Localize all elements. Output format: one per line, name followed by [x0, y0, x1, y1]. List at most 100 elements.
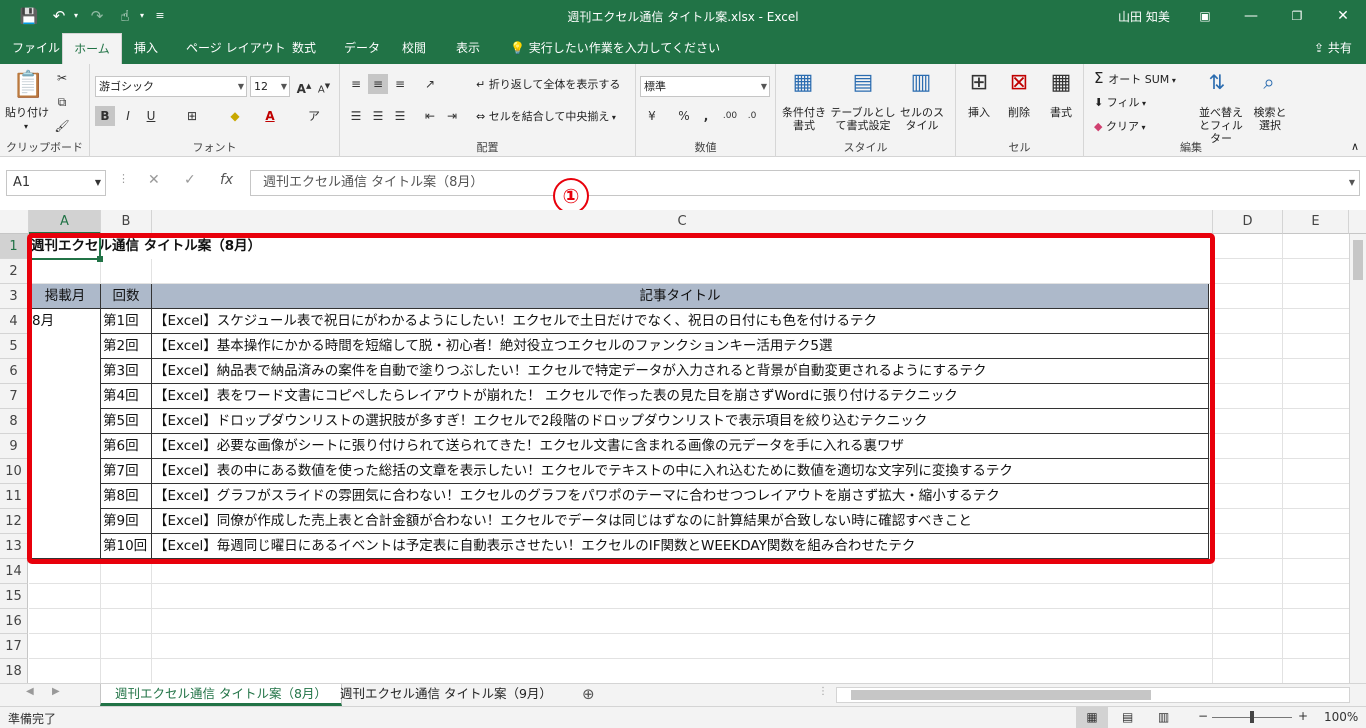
currency-icon[interactable]: ¥: [642, 106, 662, 126]
row-header-9[interactable]: 9: [0, 434, 28, 459]
add-sheet-icon[interactable]: ⊕: [582, 685, 595, 703]
worksheet-grid[interactable]: A B C D E 1 2 3 4 5 6 7 8 9 10 11 12 13 …: [0, 210, 1366, 683]
scroll-right-icon[interactable]: ▶: [52, 686, 60, 697]
tab-formulas[interactable]: 数式: [284, 33, 324, 64]
name-box[interactable]: A1 ▼: [6, 170, 106, 196]
align-left-icon[interactable]: ☰: [346, 106, 366, 126]
align-right-icon[interactable]: ☰: [390, 106, 410, 126]
increase-indent-icon[interactable]: ⇥: [442, 106, 462, 126]
collapse-ribbon-icon[interactable]: ∧: [1348, 140, 1362, 153]
minimize-icon[interactable]: —: [1228, 4, 1274, 28]
row-header-2[interactable]: 2: [0, 259, 28, 284]
paste-dropdown-icon[interactable]: ▾: [20, 120, 32, 133]
underline-button[interactable]: U: [141, 106, 161, 126]
restore-icon[interactable]: ❐: [1274, 4, 1320, 28]
row-header-8[interactable]: 8: [0, 409, 28, 434]
row-header-1[interactable]: 1: [0, 234, 28, 259]
align-center-icon[interactable]: ☰: [368, 106, 388, 126]
orientation-icon[interactable]: ↗: [420, 74, 440, 94]
paste-icon[interactable]: 📋: [12, 70, 44, 100]
number-format-combo[interactable]: 標準 ▼: [640, 76, 770, 97]
sort-filter-icon[interactable]: ⇅: [1202, 70, 1232, 94]
insert-cells-button[interactable]: 挿入: [962, 106, 996, 119]
merge-center-button[interactable]: ⇔ セルを結合して中央揃え ▾: [476, 110, 632, 124]
format-as-table-button[interactable]: テーブルとして書式設定: [830, 106, 896, 132]
find-select-icon[interactable]: ⌕: [1254, 70, 1284, 94]
cell-styles-button[interactable]: セルのスタイル: [896, 106, 948, 132]
row-header-16[interactable]: 16: [0, 609, 28, 634]
decrease-indent-icon[interactable]: ⇤: [420, 106, 440, 126]
align-top-icon[interactable]: ≡: [346, 74, 366, 94]
tab-data[interactable]: データ: [336, 33, 388, 64]
row-header-18[interactable]: 18: [0, 659, 28, 683]
sheet-tab-august[interactable]: 週刊エクセル通信 タイトル案（8月）: [100, 684, 342, 706]
percent-button[interactable]: %: [674, 106, 694, 126]
decrease-decimal-icon[interactable]: .0: [742, 106, 762, 126]
cut-icon[interactable]: ✂: [52, 68, 72, 88]
normal-view-icon[interactable]: ▦: [1076, 707, 1108, 728]
expand-formula-icon[interactable]: ▼: [1349, 171, 1355, 195]
page-break-view-icon[interactable]: ▥: [1158, 710, 1169, 724]
conditional-formatting-icon[interactable]: ▦: [790, 70, 816, 95]
zoom-in-icon[interactable]: +: [1298, 709, 1308, 723]
column-header-d[interactable]: D: [1213, 210, 1283, 234]
grow-font-icon[interactable]: A▲: [294, 76, 314, 96]
font-name-combo[interactable]: 游ゴシック ▼: [95, 76, 247, 97]
column-header-e[interactable]: E: [1283, 210, 1349, 234]
italic-button[interactable]: I: [118, 106, 138, 126]
format-cells-button[interactable]: 書式: [1044, 106, 1078, 119]
vertical-scrollbar-thumb[interactable]: [1353, 240, 1363, 280]
format-painter-icon[interactable]: 🖌: [52, 116, 72, 136]
tab-page-layout[interactable]: ページ レイアウト: [178, 33, 294, 64]
row-header-10[interactable]: 10: [0, 459, 28, 484]
format-cells-icon[interactable]: ▦: [1046, 70, 1076, 95]
tab-home[interactable]: ホーム: [62, 33, 122, 64]
row-header-5[interactable]: 5: [0, 334, 28, 359]
delete-cells-button[interactable]: 削除: [1002, 106, 1036, 119]
cancel-icon[interactable]: ✕: [148, 172, 160, 188]
row-header-11[interactable]: 11: [0, 484, 28, 509]
user-name[interactable]: 山田 知美: [1118, 8, 1170, 25]
comma-button[interactable]: ,: [696, 106, 716, 126]
row-header-15[interactable]: 15: [0, 584, 28, 609]
tab-view[interactable]: 表示: [448, 33, 488, 64]
align-middle-icon[interactable]: ≡: [368, 74, 388, 94]
borders-icon[interactable]: ⊞: [182, 106, 202, 126]
paste-button[interactable]: 貼り付け: [4, 106, 50, 119]
conditional-formatting-button[interactable]: 条件付き書式: [778, 106, 830, 132]
tab-review[interactable]: 校閲: [394, 33, 434, 64]
delete-cells-icon[interactable]: ⊠: [1004, 70, 1034, 95]
share-button[interactable]: ⇪ 共有: [1306, 33, 1360, 64]
increase-decimal-icon[interactable]: .00: [720, 106, 740, 126]
bold-button[interactable]: B: [95, 106, 115, 126]
row-header-6[interactable]: 6: [0, 359, 28, 384]
enter-icon[interactable]: ✓: [184, 172, 196, 188]
tab-insert[interactable]: 挿入: [126, 33, 166, 64]
row-header-12[interactable]: 12: [0, 509, 28, 534]
row-header-17[interactable]: 17: [0, 634, 28, 659]
autosum-button[interactable]: Σ オート SUM ▾: [1094, 71, 1194, 87]
zoom-slider-thumb[interactable]: [1250, 711, 1254, 723]
cell-styles-icon[interactable]: ▥: [908, 70, 934, 95]
zoom-out-icon[interactable]: −: [1198, 709, 1208, 723]
row-header-3[interactable]: 3: [0, 284, 28, 309]
row-header-13[interactable]: 13: [0, 534, 28, 559]
horizontal-scrollbar[interactable]: [836, 687, 1350, 703]
column-header-c[interactable]: C: [152, 210, 1213, 234]
insert-function-button[interactable]: fx: [220, 172, 233, 188]
sheet-tab-september[interactable]: 週刊エクセル通信 タイトル案（9月）: [326, 684, 566, 706]
font-color-icon[interactable]: A: [260, 106, 280, 126]
zoom-level[interactable]: 100%: [1324, 710, 1358, 724]
close-icon[interactable]: ✕: [1320, 4, 1366, 28]
find-select-button[interactable]: 検索と選択: [1250, 106, 1290, 132]
font-size-combo[interactable]: 12 ▼: [250, 76, 290, 97]
vertical-scrollbar-track[interactable]: [1349, 234, 1366, 683]
phonetic-icon[interactable]: ア: [304, 106, 324, 126]
tab-split-icon[interactable]: ⋮: [818, 686, 828, 697]
vertical-scrollbar[interactable]: [1349, 210, 1366, 234]
row-header-4[interactable]: 4: [0, 309, 28, 334]
align-bottom-icon[interactable]: ≡: [390, 74, 410, 94]
wrap-text-button[interactable]: ↵ 折り返して全体を表示する: [476, 78, 626, 91]
format-as-table-icon[interactable]: ▤: [850, 70, 876, 95]
tab-file[interactable]: ファイル: [4, 33, 68, 64]
